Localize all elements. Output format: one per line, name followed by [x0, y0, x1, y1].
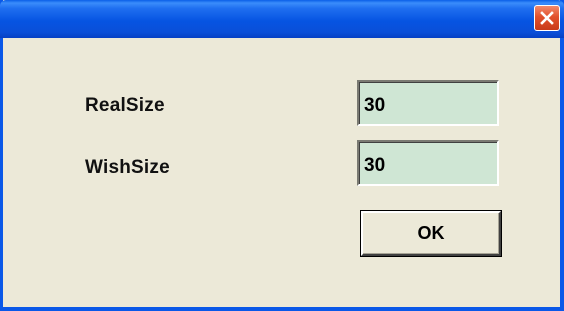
close-icon: [540, 11, 554, 25]
dialog-window: RealSize WishSize OK: [0, 0, 564, 311]
real-size-input[interactable]: [357, 80, 499, 126]
real-size-label: RealSize: [85, 95, 165, 116]
ok-button[interactable]: OK: [361, 211, 501, 256]
title-bar[interactable]: [0, 0, 564, 38]
wish-size-label: WishSize: [85, 157, 170, 178]
close-button[interactable]: [534, 5, 560, 31]
wish-size-input[interactable]: [357, 140, 499, 186]
